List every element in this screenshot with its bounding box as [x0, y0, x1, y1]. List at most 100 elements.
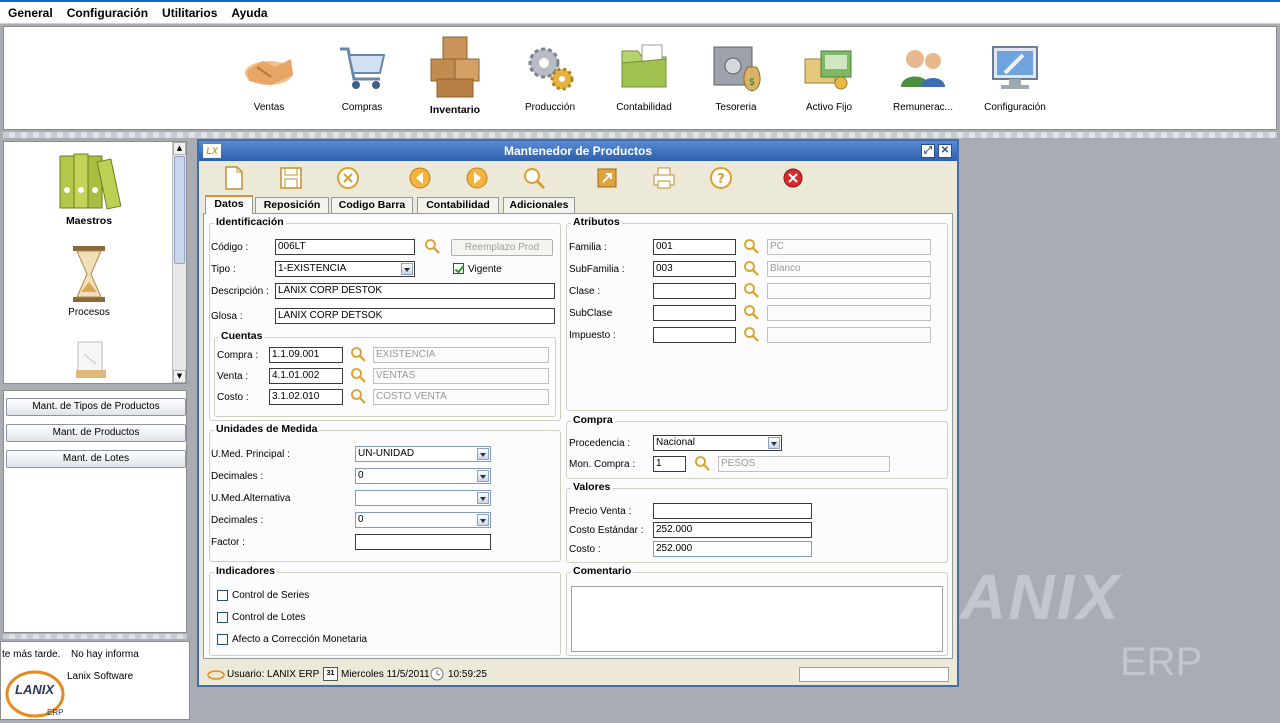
factor-field[interactable] [355, 534, 491, 550]
tab-adicionales[interactable]: Adicionales [503, 197, 575, 213]
procedencia-select[interactable]: Nacional [653, 435, 782, 451]
vigente-checkbox[interactable] [453, 263, 464, 274]
cuenta-venta-search-icon[interactable] [350, 367, 366, 383]
cuenta-costo-field[interactable]: 3.1.02.010 [269, 389, 343, 405]
atributos-group: Atributos Familia : 001 PC SubFamilia : … [566, 216, 948, 411]
chevron-down-icon[interactable] [477, 470, 489, 482]
menu-utilitarios[interactable]: Utilitarios [162, 6, 217, 20]
cuenta-compra-search-icon[interactable] [350, 346, 366, 362]
cuenta-venta-field[interactable]: 4.1.01.002 [269, 368, 343, 384]
tab-reposicion[interactable]: Reposición [255, 197, 329, 213]
close-window-icon[interactable]: ✕ [938, 144, 952, 158]
toolbar-tesoreria[interactable]: $ Tesoreria [691, 37, 781, 113]
scroll-up-arrow[interactable]: ▲ [173, 142, 186, 155]
lanix-small-icon [207, 670, 225, 680]
module-maestros[interactable]: Maestros [34, 150, 144, 227]
control-lotes-checkbox[interactable] [217, 612, 228, 623]
toolbar-activo-fijo[interactable]: Activo Fijo [784, 37, 874, 113]
cancel-icon[interactable] [335, 165, 361, 191]
module-procesos[interactable]: Procesos [34, 244, 144, 318]
scroll-down-arrow[interactable]: ▼ [173, 370, 186, 383]
glosa-field[interactable]: LANIX CORP DETSOK [275, 308, 555, 324]
menu-general[interactable]: General [8, 6, 53, 20]
window-titlebar[interactable]: LX Mantenedor de Productos ⤢ ✕ [199, 141, 957, 161]
impuesto-search-icon[interactable] [743, 326, 759, 342]
tipo-select[interactable]: 1-EXISTENCIA [275, 261, 415, 277]
window-status-bar: Usuario: LANIX ERP 31 Miercoles 11/5/201… [203, 665, 953, 685]
mant-tipos-productos-button[interactable]: Mant. de Tipos de Productos [6, 398, 186, 416]
restore-icon[interactable]: ⤢ [921, 144, 935, 158]
subfamilia-field[interactable]: 003 [653, 261, 736, 277]
moneda-compra-field[interactable]: 1 [653, 456, 686, 472]
costo-estandar-field[interactable]: 252.000 [653, 522, 812, 538]
cuenta-compra-field[interactable]: 1.1.09.001 [269, 347, 343, 363]
toolbar-configuracion[interactable]: Configuración [970, 37, 1060, 113]
toolbar-ventas[interactable]: Ventas [224, 37, 314, 113]
correccion-monetaria-checkbox[interactable] [217, 634, 228, 645]
codigo-search-icon[interactable] [424, 238, 440, 254]
menu-ayuda[interactable]: Ayuda [231, 6, 267, 20]
toolbar-remuneraciones[interactable]: Remunerac... [878, 37, 968, 113]
clase-desc [767, 283, 931, 299]
tab-datos[interactable]: Datos [205, 195, 253, 214]
indicadores-group: Indicadores Control de Series Control de… [209, 565, 561, 656]
search-icon[interactable] [521, 165, 547, 191]
horizontal-splitter[interactable] [3, 132, 1277, 138]
toolbar-contabilidad[interactable]: Contabilidad [599, 37, 689, 113]
menu-configuracion[interactable]: Configuración [67, 6, 148, 20]
decimales-select-1[interactable]: 0 [355, 468, 491, 484]
chevron-down-icon[interactable] [477, 492, 489, 504]
previous-icon[interactable] [407, 165, 433, 191]
codigo-field[interactable]: 006LT [275, 239, 415, 255]
toolbar-inventario[interactable]: Inventario [410, 33, 500, 116]
impuesto-field[interactable] [653, 327, 736, 343]
export-icon[interactable] [594, 165, 620, 191]
clase-field[interactable] [653, 283, 736, 299]
umed-alternativa-select[interactable] [355, 490, 491, 506]
chevron-down-icon[interactable] [477, 448, 489, 460]
chevron-down-icon[interactable] [768, 437, 780, 449]
chevron-down-icon[interactable] [401, 263, 413, 275]
moneda-desc: PESOS [718, 456, 890, 472]
mant-productos-button[interactable]: Mant. de Productos [6, 424, 186, 442]
subfamilia-search-icon[interactable] [743, 260, 759, 276]
help-icon[interactable]: ? [708, 165, 734, 191]
chevron-down-icon[interactable] [477, 514, 489, 526]
clase-search-icon[interactable] [743, 282, 759, 298]
new-document-icon[interactable] [221, 165, 247, 191]
left-splitter[interactable] [3, 634, 187, 639]
document-icon [76, 341, 106, 378]
comentario-textarea[interactable] [571, 586, 943, 652]
comentario-group: Comentario [566, 565, 948, 656]
decimales-select-2[interactable]: 0 [355, 512, 491, 528]
control-series-checkbox[interactable] [217, 590, 228, 601]
moneda-search-icon[interactable] [694, 455, 710, 471]
subclase-search-icon[interactable] [743, 304, 759, 320]
next-icon[interactable] [464, 165, 490, 191]
costo-field[interactable]: 252.000 [653, 541, 812, 557]
close-icon[interactable] [780, 165, 806, 191]
familia-search-icon[interactable] [743, 238, 759, 254]
scroll-thumb[interactable] [174, 156, 185, 264]
familia-desc: PC [767, 239, 931, 255]
module-list-scrollbar[interactable]: ▲ ▼ [172, 142, 186, 383]
cuenta-costo-search-icon[interactable] [350, 388, 366, 404]
reemplazo-prod-button[interactable]: Reemplazo Prod [451, 239, 553, 256]
toolbar-produccion[interactable]: Producción [505, 37, 595, 113]
toolbar-compras[interactable]: Compras [317, 37, 407, 113]
descripcion-field[interactable]: LANIX CORP DESTOK [275, 283, 555, 299]
print-icon[interactable] [651, 165, 677, 191]
mant-lotes-button[interactable]: Mant. de Lotes [6, 450, 186, 468]
people-icon [901, 50, 945, 87]
precio-venta-field[interactable] [653, 503, 812, 519]
status-progress-field [799, 667, 949, 682]
familia-field[interactable]: 001 [653, 239, 736, 255]
umed-principal-select[interactable]: UN-UNIDAD [355, 446, 491, 462]
clock-icon [430, 667, 444, 681]
subfamilia-desc: Blanco [767, 261, 931, 277]
save-icon[interactable] [278, 165, 304, 191]
tab-contabilidad[interactable]: Contabilidad [417, 197, 499, 213]
tab-codigo-barra[interactable]: Codigo Barra [331, 197, 413, 213]
subclase-field[interactable] [653, 305, 736, 321]
compra-group: Compra Procedencia : Nacional Mon. Compr… [566, 414, 948, 479]
